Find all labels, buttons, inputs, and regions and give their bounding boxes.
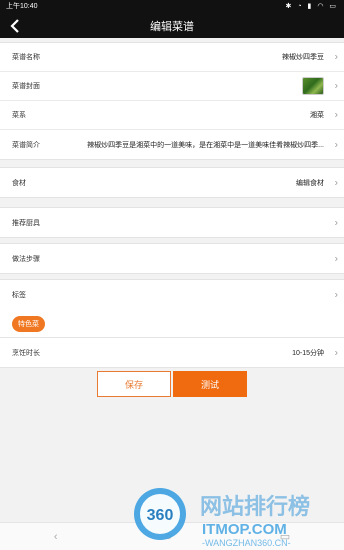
tags-label: 标签 bbox=[12, 291, 26, 299]
tags-section: 标签 › 特色菜 bbox=[0, 279, 344, 341]
cook-time-value: 10-15分钟 bbox=[292, 349, 324, 357]
status-icons: ✱ ◔ ▮ ◠ ▭ bbox=[285, 3, 338, 10]
watermark-sub: -WANGZHAN360.CN- bbox=[202, 538, 291, 548]
chevron-right-icon: › bbox=[334, 217, 338, 228]
test-button[interactable]: 测试 bbox=[173, 371, 247, 397]
cover-thumbnail[interactable] bbox=[302, 77, 324, 95]
recipe-name-value: 辣椒炒四季豆 bbox=[282, 54, 324, 61]
steps-section: 做法步骤 › bbox=[0, 243, 344, 274]
chevron-right-icon: › bbox=[334, 109, 338, 121]
chevron-right-icon: › bbox=[334, 253, 338, 264]
recipe-category-row[interactable]: 菜系 湘菜 › bbox=[0, 101, 344, 130]
nav-back-icon[interactable]: ‹ bbox=[54, 531, 58, 543]
tools-label: 推荐厨具 bbox=[12, 219, 40, 227]
recipe-intro-value: 辣椒炒四季豆是湘菜中的一道美味，是在湘菜中是一道美味佳肴辣椒炒四季... bbox=[87, 141, 324, 149]
ingredients-value: 编辑食材 bbox=[296, 179, 324, 187]
cook-time-row[interactable]: 烹饪时长 10-15分钟 › bbox=[0, 338, 344, 367]
ingredients-row[interactable]: 食材 编辑食材 › bbox=[0, 168, 344, 197]
recipe-name-row[interactable]: 菜谱名称 辣椒炒四季豆 › bbox=[0, 43, 344, 72]
steps-label: 做法步骤 bbox=[12, 255, 40, 263]
recipe-cover-label: 菜谱封面 bbox=[12, 83, 40, 90]
save-button[interactable]: 保存 bbox=[97, 371, 171, 397]
steps-row[interactable]: 做法步骤 › bbox=[0, 244, 344, 273]
recipe-category-value: 湘菜 bbox=[310, 112, 324, 119]
basic-info-section: 菜谱名称 辣椒炒四季豆 › 菜谱封面 › 菜系 湘菜 › 菜谱简介 辣椒炒四季豆… bbox=[0, 42, 344, 160]
recipe-intro-row[interactable]: 菜谱简介 辣椒炒四季豆是湘菜中的一道美味，是在湘菜中是一道美味佳肴辣椒炒四季..… bbox=[0, 130, 344, 159]
watermark-domain: ITMOP.COM bbox=[202, 521, 287, 538]
chevron-right-icon: › bbox=[334, 177, 338, 188]
watermark-text: 网站排行榜 bbox=[200, 494, 310, 520]
watermark-logo: 360 网站排行榜 ITMOP.COM -WANGZHAN360.CN- bbox=[134, 488, 310, 548]
nav-bar: 编辑菜谱 bbox=[0, 14, 344, 38]
ingredients-section: 食材 编辑食材 › bbox=[0, 167, 344, 198]
back-button[interactable] bbox=[6, 16, 24, 36]
page-title: 编辑菜谱 bbox=[150, 21, 194, 33]
chevron-right-icon: › bbox=[334, 51, 338, 63]
chevron-right-icon: › bbox=[334, 347, 338, 358]
tools-row[interactable]: 推荐厨具 › bbox=[0, 208, 344, 237]
chevron-left-icon bbox=[10, 19, 19, 33]
recipe-cover-row[interactable]: 菜谱封面 › bbox=[0, 72, 344, 101]
ingredients-label: 食材 bbox=[12, 179, 26, 187]
recipe-name-label: 菜谱名称 bbox=[12, 54, 40, 61]
recipe-intro-label: 菜谱简介 bbox=[12, 141, 40, 149]
chevron-right-icon: › bbox=[334, 80, 338, 92]
status-time: 上午10:40 bbox=[6, 3, 38, 10]
status-bar: 上午10:40 ✱ ◔ ▮ ◠ ▭ bbox=[0, 0, 344, 14]
recipe-category-label: 菜系 bbox=[12, 112, 26, 119]
chevron-right-icon: › bbox=[334, 289, 338, 300]
tag-list: 特色菜 bbox=[0, 309, 344, 340]
cook-time-section: 烹饪时长 10-15分钟 › bbox=[0, 337, 344, 368]
cook-time-label: 烹饪时长 bbox=[12, 349, 40, 357]
tags-row[interactable]: 标签 › bbox=[0, 280, 344, 309]
tools-section: 推荐厨具 › bbox=[0, 207, 344, 238]
watermark-brand: 360 bbox=[147, 507, 174, 524]
chevron-right-icon: › bbox=[334, 139, 338, 150]
tag-chip[interactable]: 特色菜 bbox=[12, 316, 45, 332]
